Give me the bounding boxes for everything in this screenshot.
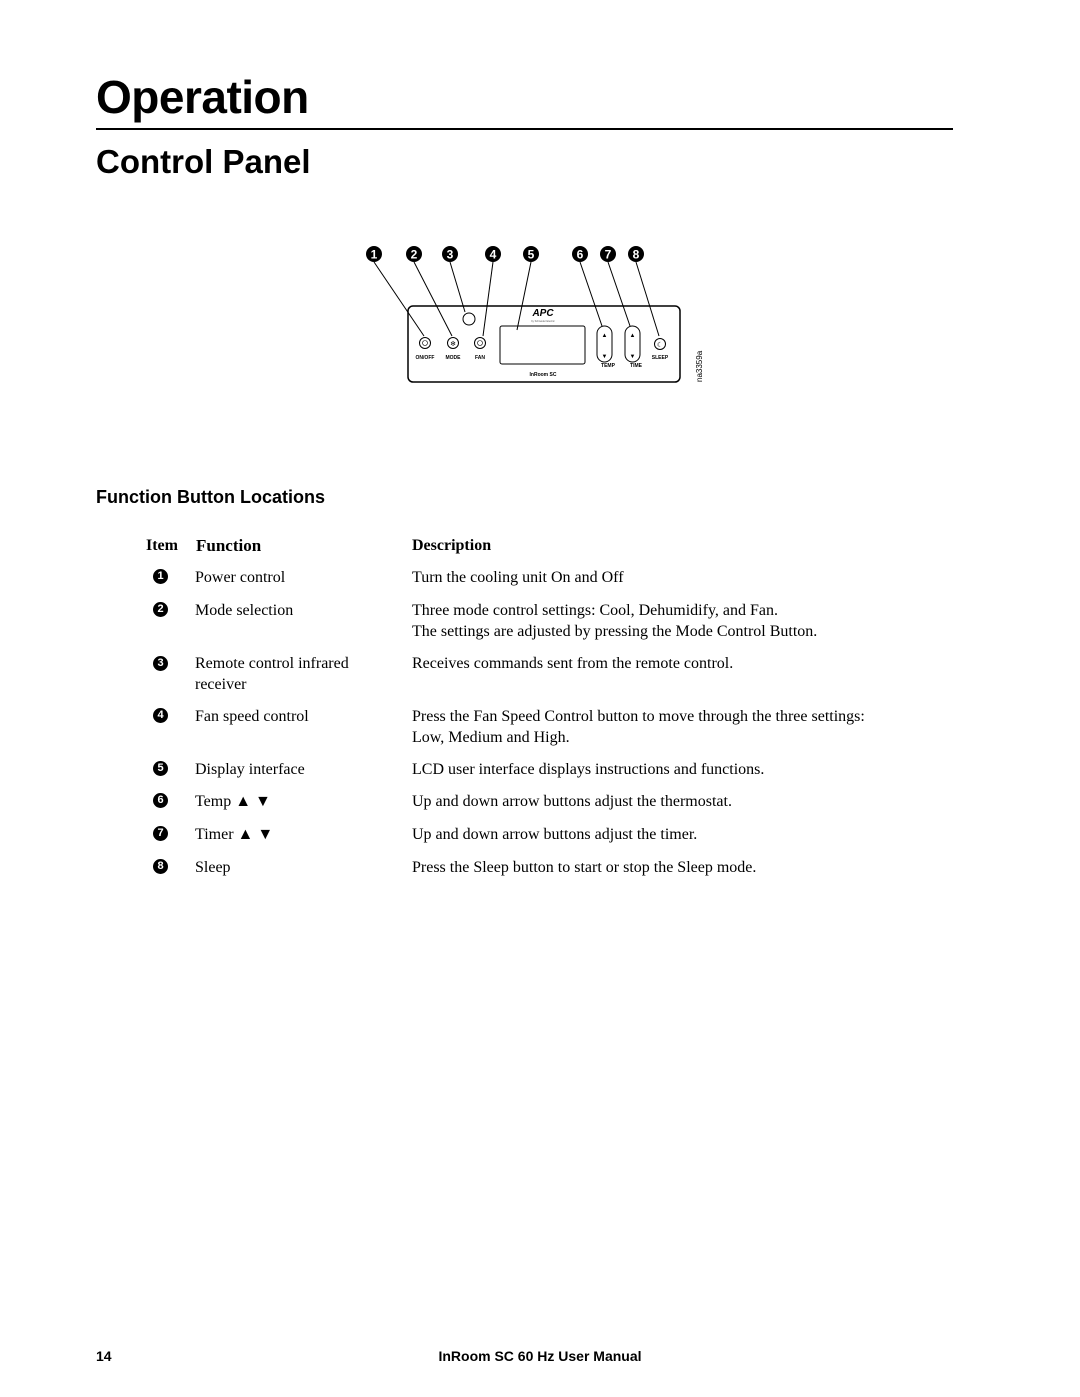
label-time: TIME xyxy=(630,363,643,369)
label-mode: MODE xyxy=(446,355,462,361)
temp-up-icon: ▲ xyxy=(602,333,608,339)
callout-number: 1 xyxy=(371,248,378,262)
header-description: Description xyxy=(412,537,492,554)
description-cell: LCD user interface displays instructions… xyxy=(412,761,765,778)
callout-number: 4 xyxy=(490,248,497,262)
model-label: InRoom SC xyxy=(530,372,557,378)
description-cell: Receives commands sent from the remote c… xyxy=(412,655,734,672)
time-up-icon: ▲ xyxy=(630,333,636,339)
function-cell: Fan speed control xyxy=(195,708,309,725)
leader-lines xyxy=(373,261,660,337)
label-sleep: SLEEP xyxy=(652,355,669,361)
apc-logo: APC xyxy=(531,308,554,319)
item-number-badge: 7 xyxy=(153,826,168,841)
footer-title: InRoom SC 60 Hz User Manual xyxy=(438,1348,642,1364)
callout-number: 5 xyxy=(528,248,535,262)
item-number-badge: 2 xyxy=(153,602,168,617)
callout-number: 7 xyxy=(605,248,612,262)
callout-number: 6 xyxy=(577,248,584,262)
subsection-heading: Function Button Locations xyxy=(96,487,325,507)
item-number-badge: 1 xyxy=(153,569,168,584)
description-cell: Turn the cooling unit On and Off xyxy=(412,569,624,586)
function-cell: Mode selection xyxy=(195,602,294,619)
lcd-display xyxy=(499,325,586,365)
function-cell: Timer ▲ ▼ xyxy=(195,826,274,843)
description-cell: Three mode control settings: Cool, Dehum… xyxy=(412,602,818,640)
description-cell: Up and down arrow buttons adjust the tim… xyxy=(412,826,698,843)
item-number-badge: 8 xyxy=(153,859,168,874)
item-number-badge: 3 xyxy=(153,656,168,671)
header-item: Item xyxy=(146,537,178,554)
callout-number: 3 xyxy=(447,248,454,262)
snowflake-icon: ❄ xyxy=(450,340,456,348)
description-cell: Press the Fan Speed Control button to mo… xyxy=(412,708,865,746)
header-function: Function xyxy=(196,536,262,555)
on-off-button[interactable] xyxy=(419,337,431,349)
time-down-icon: ▼ xyxy=(630,354,636,360)
label-temp: TEMP xyxy=(601,363,616,369)
function-cell: Power control xyxy=(195,569,286,586)
callout-number: 2 xyxy=(411,248,418,262)
description-cell: Up and down arrow buttons adjust the the… xyxy=(412,793,732,810)
function-cell: Sleep xyxy=(195,859,231,876)
label-on-off: ON/OFF xyxy=(416,355,435,361)
moon-icon: ☾ xyxy=(657,341,663,349)
item-number-badge: 5 xyxy=(153,761,168,776)
figure-id: na3359a xyxy=(695,350,704,382)
fan-button[interactable] xyxy=(474,337,486,349)
function-cell: Remote control infrared receiver xyxy=(195,655,349,693)
fan-icon xyxy=(477,340,483,346)
callout-number: 8 xyxy=(633,248,640,262)
power-icon xyxy=(422,340,428,346)
function-cell: Temp ▲ ▼ xyxy=(195,793,271,810)
function-cell: Display interface xyxy=(195,761,305,778)
temp-down-icon: ▼ xyxy=(602,354,608,360)
item-number-badge: 4 xyxy=(153,708,168,723)
apc-logo-sub: by Schneider Electric xyxy=(531,320,555,323)
label-fan: FAN xyxy=(475,355,485,361)
ir-receiver xyxy=(462,312,476,326)
control-panel-diagram: 1 2 3 4 5 6 7 8 APC by Schneider Electric ❄ ▲ ▼… xyxy=(366,246,704,383)
item-number-badge: 6 xyxy=(153,793,168,808)
description-cell: Press the Sleep button to start or stop … xyxy=(412,859,757,876)
